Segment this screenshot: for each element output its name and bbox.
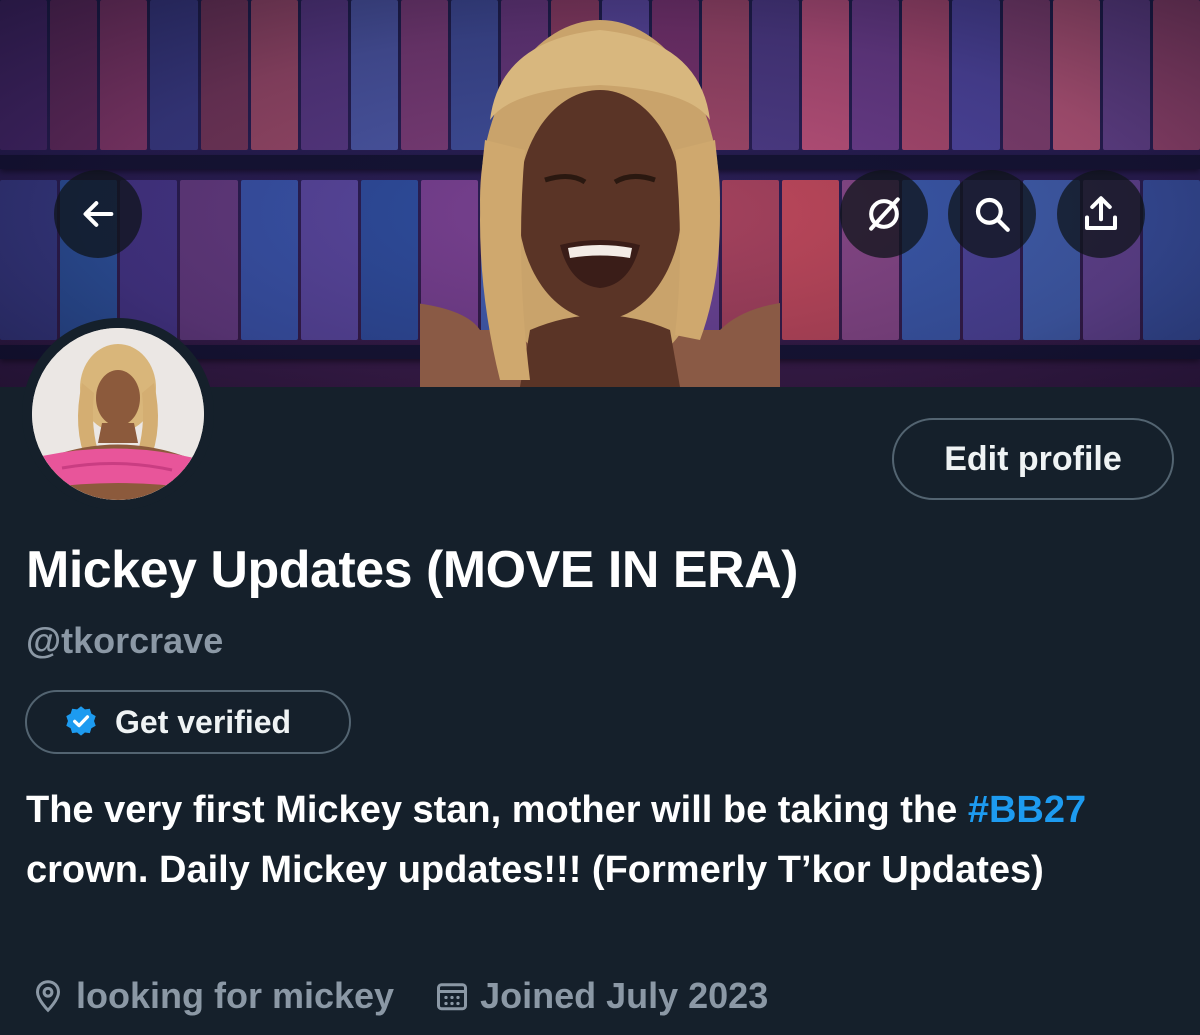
profile-page: Edit profile Mickey Updates (MOVE IN ERA… xyxy=(0,0,1200,1035)
grok-button[interactable] xyxy=(840,170,928,258)
get-verified-label: Get verified xyxy=(115,703,292,740)
grok-slash-circle-icon xyxy=(869,197,900,231)
arrow-left-icon xyxy=(83,201,114,227)
profile-display-name: Mickey Updates (MOVE IN ERA) xyxy=(26,541,798,599)
edit-profile-button[interactable]: Edit profile xyxy=(892,418,1174,500)
calendar-icon xyxy=(437,983,468,1011)
location-text: looking for mickey xyxy=(76,975,395,1016)
bio-text-end: crown. Daily Mickey updates!!! (Formerly… xyxy=(26,849,1044,891)
back-button[interactable] xyxy=(54,170,142,258)
joined-text: Joined July 2023 xyxy=(480,975,769,1016)
profile-handle: @tkorcrave xyxy=(26,620,224,661)
search-button[interactable] xyxy=(948,170,1036,258)
verified-badge-icon xyxy=(66,706,96,736)
get-verified-button[interactable]: Get verified xyxy=(25,690,351,754)
profile-banner[interactable] xyxy=(0,0,1200,387)
avatar-image xyxy=(32,328,204,500)
search-icon xyxy=(975,197,1010,232)
share-button[interactable] xyxy=(1057,170,1145,258)
profile-joined-date: Joined July 2023 xyxy=(434,975,768,1017)
location-pin-icon xyxy=(35,980,61,1013)
profile-location: looking for mickey xyxy=(30,975,394,1017)
profile-bio: The very first Mickey stan, mother will … xyxy=(26,780,1176,900)
bio-text-start: The very first Mickey stan, mother will … xyxy=(26,789,968,831)
profile-avatar[interactable] xyxy=(22,318,214,510)
profile-meta: looking for mickey Joined July 2023 xyxy=(30,975,768,1017)
banner-person-image xyxy=(420,20,780,387)
bio-hashtag-link[interactable]: #BB27 xyxy=(968,789,1086,831)
share-upload-icon xyxy=(1084,196,1118,231)
